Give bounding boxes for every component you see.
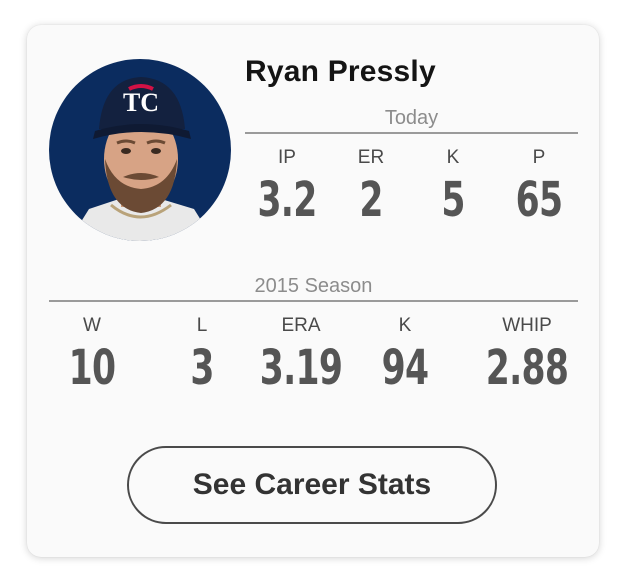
season-label: 2015 Season <box>254 275 373 297</box>
player-avatar: TC <box>49 59 231 241</box>
stat-label: WHIP <box>502 315 552 336</box>
player-name: Ryan Pressly <box>245 55 436 88</box>
stat-value: 10 <box>68 340 116 396</box>
player-photo: TC <box>49 59 231 241</box>
season-stat-era: ERA 3.19 <box>241 315 361 395</box>
svg-text:TC: TC <box>123 88 159 117</box>
today-stat-p: P 65 <box>479 147 599 227</box>
stat-value: 94 <box>381 340 429 396</box>
today-divider <box>245 132 578 134</box>
season-divider <box>49 300 578 302</box>
stat-label: W <box>83 315 101 336</box>
season-stat-whip: WHIP 2.88 <box>467 315 587 395</box>
stat-value: 65 <box>515 172 563 228</box>
stat-label: K <box>398 315 412 336</box>
stat-label: P <box>532 147 546 168</box>
today-label: Today <box>384 107 439 129</box>
season-stat-w: W 10 <box>32 315 152 395</box>
stat-label: ERA <box>281 315 321 336</box>
player-stats-card: TC Ryan Pressly Today IP 3.2 ER 2 K 5 P … <box>27 25 599 557</box>
season-stat-k: K 94 <box>345 315 465 395</box>
stat-value: 3 <box>190 340 214 396</box>
see-career-stats-button[interactable]: See Career Stats <box>127 446 497 524</box>
stat-value: 3.19 <box>259 340 343 396</box>
stat-value: 2.88 <box>485 340 569 396</box>
